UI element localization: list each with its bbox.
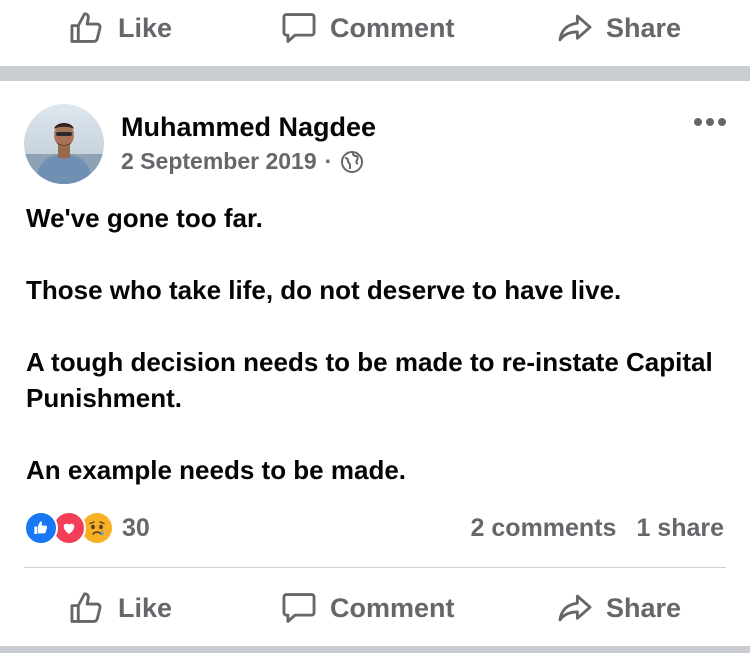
reaction-count: 30 bbox=[122, 513, 150, 542]
more-options-button[interactable] bbox=[694, 118, 726, 126]
share-label: Share bbox=[606, 12, 682, 43]
stats-divider bbox=[24, 567, 726, 568]
share-button[interactable]: Share bbox=[556, 9, 681, 47]
post-date[interactable]: 2 September 2019 bbox=[121, 148, 317, 175]
post-body: We've gone too far. Those who take life,… bbox=[26, 200, 726, 488]
like-label: Like bbox=[118, 592, 173, 623]
engagement-stats: 30 2 comments 1 share bbox=[24, 508, 724, 548]
post-action-bar: Like Comment Share bbox=[0, 580, 750, 636]
share-label: Share bbox=[606, 592, 682, 623]
shares-count-link[interactable]: 1 share bbox=[636, 514, 724, 543]
globe-icon[interactable] bbox=[340, 150, 364, 174]
post-meta: 2 September 2019 · bbox=[121, 148, 364, 175]
like-reaction-icon bbox=[24, 511, 58, 545]
like-button[interactable]: Like bbox=[68, 589, 172, 627]
comment-bubble-icon bbox=[282, 593, 316, 623]
author-name[interactable]: Muhammed Nagdee bbox=[121, 112, 376, 143]
thumbs-up-icon bbox=[70, 592, 102, 623]
post-paragraph: An example needs to be made. bbox=[26, 455, 407, 485]
post-paragraph: Those who take life, do not deserve to h… bbox=[26, 275, 622, 305]
comment-bubble-icon bbox=[282, 13, 316, 43]
post-paragraph: We've gone too far. bbox=[26, 203, 263, 233]
thumbs-up-icon bbox=[70, 12, 102, 43]
like-button[interactable]: Like bbox=[68, 9, 172, 47]
share-arrow-icon bbox=[558, 594, 592, 622]
post-paragraph: A tough decision needs to be made to re-… bbox=[26, 347, 713, 413]
share-arrow-icon bbox=[558, 14, 592, 42]
more-options-icon bbox=[694, 118, 702, 126]
comment-label: Comment bbox=[330, 592, 455, 623]
previous-post-action-bar: Like Comment Share bbox=[0, 0, 750, 56]
comment-label: Comment bbox=[330, 12, 455, 43]
post-header: Muhammed Nagdee 2 September 2019 · bbox=[24, 104, 726, 188]
more-options-dot bbox=[718, 118, 726, 126]
bottom-post-separator bbox=[0, 646, 750, 653]
share-button[interactable]: Share bbox=[556, 589, 681, 627]
more-options-dot bbox=[706, 118, 714, 126]
comment-button[interactable]: Comment bbox=[280, 9, 455, 47]
post-separator bbox=[0, 66, 750, 81]
like-label: Like bbox=[118, 12, 173, 43]
avatar[interactable] bbox=[24, 104, 104, 184]
meta-separator: · bbox=[324, 148, 333, 174]
reactions-summary[interactable]: 30 bbox=[24, 511, 150, 545]
comment-button[interactable]: Comment bbox=[280, 589, 455, 627]
post-counts: 2 comments 1 share bbox=[471, 514, 724, 543]
comments-count-link[interactable]: 2 comments bbox=[471, 514, 617, 543]
